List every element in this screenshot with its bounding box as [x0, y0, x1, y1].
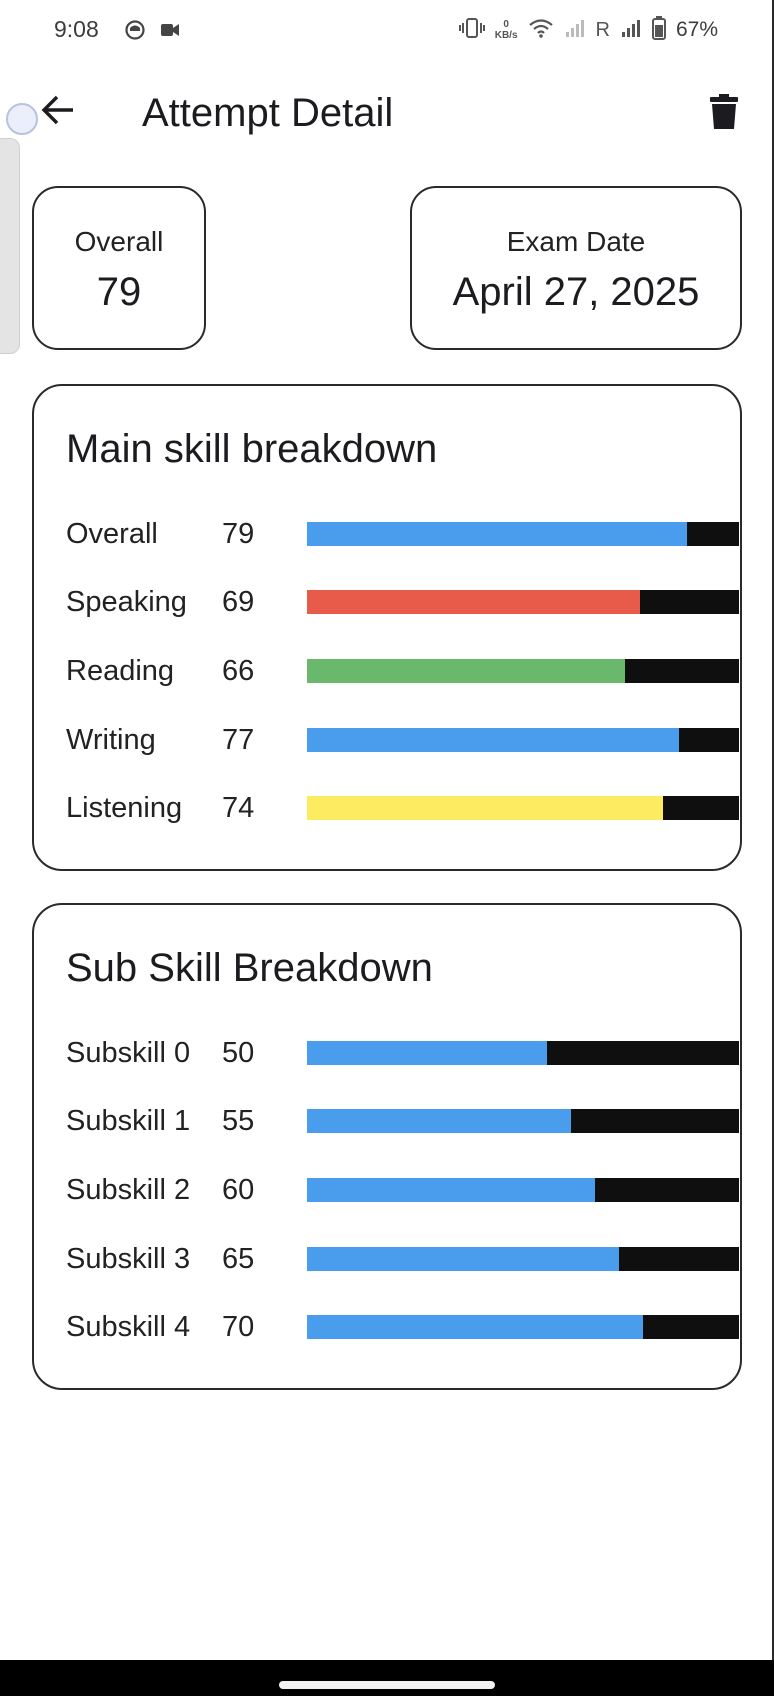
skill-score: 79: [222, 518, 255, 550]
battery-percent: 67%: [675, 18, 718, 41]
subskill-name: Subskill 0: [66, 1037, 191, 1069]
subskill-row-2: Subskill 2 60: [66, 1170, 739, 1210]
main-skill-breakdown-card: Main skill breakdown Overall 79 Speaking…: [32, 384, 742, 871]
subskill-progress-bar: [307, 1178, 739, 1202]
skill-progress-bar: [307, 659, 739, 683]
skill-progress-bar: [307, 590, 739, 614]
subskill-name: Subskill 2: [66, 1174, 191, 1206]
delete-button[interactable]: [700, 90, 748, 138]
network-speed: 0 KB/s: [495, 19, 518, 41]
subskill-score: 50: [222, 1037, 255, 1069]
skill-progress-fill: [307, 590, 640, 614]
skill-score: 66: [222, 655, 255, 687]
subskill-name: Subskill 1: [66, 1105, 191, 1137]
skill-progress-fill: [307, 796, 664, 820]
subskill-score: 65: [222, 1243, 255, 1275]
arrow-left-icon: [41, 95, 75, 130]
status-time: 9:08: [54, 16, 99, 42]
skill-score: 69: [222, 586, 255, 618]
subskill-name: Subskill 3: [66, 1243, 191, 1275]
page-title: Attempt Detail: [142, 91, 394, 135]
skill-row-writing: Writing 77: [66, 720, 739, 760]
battery-icon: [651, 15, 666, 45]
subskill-progress-fill: [307, 1178, 596, 1202]
home-indicator[interactable]: [279, 1681, 495, 1689]
back-button[interactable]: [34, 88, 82, 136]
net-speed-unit: KB/s: [494, 30, 518, 41]
subskill-score: 70: [222, 1311, 255, 1343]
subskill-progress-fill: [307, 1109, 571, 1133]
vibrate-icon: [458, 17, 485, 44]
skill-progress-fill: [307, 728, 679, 752]
subskill-progress-fill: [307, 1041, 547, 1065]
subskill-name: Subskill 4: [66, 1311, 191, 1343]
sub-skill-title: Sub Skill Breakdown: [66, 946, 433, 990]
subskill-row-3: Subskill 3 65: [66, 1239, 739, 1279]
exam-date-value: April 27, 2025: [452, 270, 700, 314]
skill-name: Overall: [66, 518, 158, 550]
skill-progress-fill: [307, 522, 688, 546]
skill-name: Writing: [66, 724, 156, 756]
status-icons: 0 KB/s R 67%: [458, 14, 718, 46]
subskill-score: 60: [222, 1174, 255, 1206]
signal-empty-icon: [564, 17, 586, 44]
subskill-progress-fill: [307, 1247, 619, 1271]
exam-date-card: Exam Date April 27, 2025: [410, 186, 742, 350]
skill-score: 74: [222, 792, 255, 824]
skill-progress-bar: [307, 728, 739, 752]
trash-icon: [710, 93, 738, 135]
skill-row-reading: Reading 66: [66, 651, 739, 691]
wifi-icon: [528, 17, 554, 44]
sync-icon: [124, 19, 146, 46]
exam-date-label: Exam Date: [506, 226, 646, 257]
subskill-progress-bar: [307, 1247, 739, 1271]
net-speed-value: 0: [503, 19, 509, 30]
subskill-score: 55: [222, 1105, 255, 1137]
skill-row-overall: Overall 79: [66, 514, 739, 554]
subskill-progress-bar: [307, 1109, 739, 1133]
subskill-row-1: Subskill 1 55: [66, 1101, 739, 1141]
roaming-indicator: R: [595, 18, 610, 41]
system-nav-bar: [0, 1660, 774, 1696]
main-skill-title: Main skill breakdown: [66, 427, 438, 471]
skill-row-listening: Listening 74: [66, 788, 739, 828]
overall-value: 79: [96, 270, 142, 314]
skill-progress-fill: [307, 659, 625, 683]
skill-progress-bar: [307, 796, 739, 820]
overall-label: Overall: [74, 226, 164, 257]
overall-score-card: Overall 79: [32, 186, 206, 350]
skill-score: 77: [222, 724, 255, 756]
skill-name: Speaking: [66, 586, 187, 618]
subskill-row-0: Subskill 0 50: [66, 1033, 739, 1073]
edge-panel-handle[interactable]: [0, 138, 20, 354]
skill-progress-bar: [307, 522, 739, 546]
video-camera-icon: [159, 19, 181, 46]
subskill-progress-fill: [307, 1315, 644, 1339]
sub-skill-breakdown-card: Sub Skill Breakdown Subskill 0 50 Subski…: [32, 903, 742, 1390]
app-screen: 9:08 0 KB/s R 67% Attempt Detail Overall…: [0, 0, 774, 1696]
skill-name: Reading: [66, 655, 175, 687]
skill-row-speaking: Speaking 69: [66, 582, 739, 622]
skill-name: Listening: [66, 792, 183, 824]
subskill-progress-bar: [307, 1041, 739, 1065]
signal-icon: [620, 17, 642, 44]
subskill-row-4: Subskill 4 70: [66, 1307, 739, 1347]
status-bar: 9:08 0 KB/s R 67%: [0, 0, 774, 62]
subskill-progress-bar: [307, 1315, 739, 1339]
